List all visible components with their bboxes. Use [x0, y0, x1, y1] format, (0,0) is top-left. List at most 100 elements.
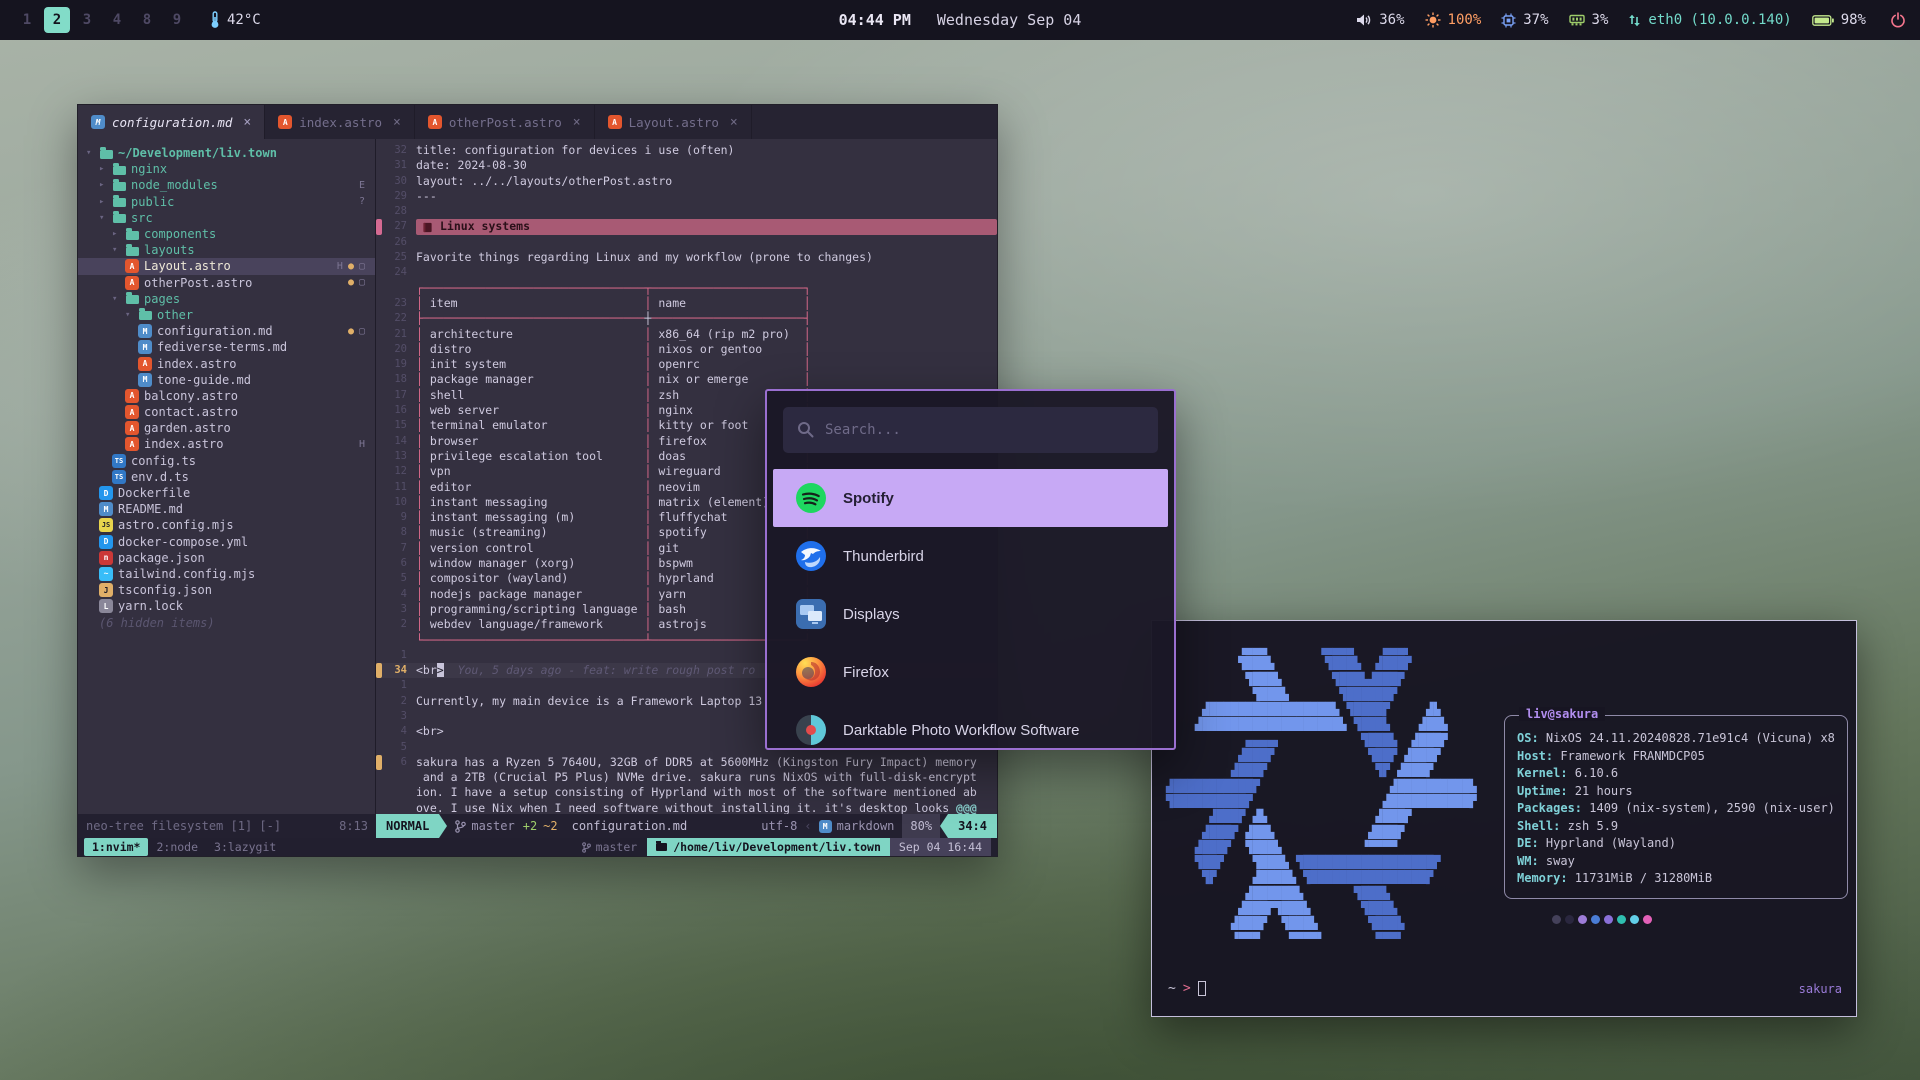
tree-item-layouts[interactable]: ▾layouts	[78, 242, 375, 258]
tree-item-nginx[interactable]: ▸nginx	[78, 161, 375, 177]
launcher-item-darktable-photo-workflow-software[interactable]: Darktable Photo Workflow Software	[773, 701, 1168, 750]
tree-item-label: README.md	[118, 502, 183, 516]
tree-item-docker-compose.yml[interactable]: Ddocker-compose.yml	[78, 534, 375, 550]
workspace-4[interactable]: 4	[104, 7, 130, 33]
js-file-icon: JS	[99, 518, 113, 532]
tree-item-index.astro[interactable]: Aindex.astro	[78, 355, 375, 371]
tree-item-tailwind.config.mjs[interactable]: ~tailwind.config.mjs	[78, 566, 375, 582]
terminal-window[interactable]: ▗▄▄▄ ▗▄▄▄▄ ▄▄▄▖ ▜███▙ ▜███▙ ▟███▛ ▜███▙ …	[1151, 620, 1857, 1017]
tree-item-public[interactable]: ▸public?	[78, 194, 375, 210]
buffer-line: 20│ distro │ nixos or gentoo │	[376, 342, 997, 357]
tree-item-garden.astro[interactable]: Agarden.astro	[78, 420, 375, 436]
tmux-statusbar: 1:nvim*2:node3:lazygit master /home/liv/…	[78, 838, 997, 856]
tree-item-tsconfig.json[interactable]: Jtsconfig.json	[78, 582, 375, 598]
tree-item-6-hidden-items[interactable]: (6 hidden items)	[78, 614, 375, 630]
folder-icon	[139, 311, 152, 320]
prompt-path: ~	[1168, 981, 1176, 996]
tree-item-balcony.astro[interactable]: Abalcony.astro	[78, 388, 375, 404]
astro-file-icon: A	[278, 115, 292, 129]
md-file-icon: M	[138, 340, 152, 354]
tree-item-tone-guide.md[interactable]: Mtone-guide.md	[78, 372, 375, 388]
close-tab-icon[interactable]: ×	[243, 115, 251, 130]
tree-item-label: contact.astro	[144, 405, 238, 419]
tab-index.astro[interactable]: Aindex.astro×	[265, 105, 415, 139]
brightness-module[interactable]: 100%	[1425, 12, 1482, 28]
close-tab-icon[interactable]: ×	[393, 115, 401, 130]
md-file-icon: M	[138, 373, 152, 387]
tree-item-fediverse-terms.md[interactable]: Mfediverse-terms.md	[78, 339, 375, 355]
tree-item-config.ts[interactable]: TSconfig.ts	[78, 453, 375, 469]
tree-item-yarn.lock[interactable]: Lyarn.lock	[78, 598, 375, 614]
tree-item-development-liv.town[interactable]: ▾~/Development/liv.town	[78, 145, 375, 161]
fetch-info-box: liv@sakura OS: NixOS 24.11.20240828.71e9…	[1504, 715, 1848, 899]
tree-item-label: fediverse-terms.md	[157, 340, 287, 354]
tree-item-astro.config.mjs[interactable]: JSastro.config.mjs	[78, 517, 375, 533]
tree-item-label: ~/Development/liv.town	[118, 146, 277, 160]
markdown-heading-line: 27Linux systems	[376, 219, 997, 234]
launcher-item-thunderbird[interactable]: Thunderbird	[773, 527, 1168, 585]
tab-configuration.md[interactable]: Mconfiguration.md×	[78, 105, 265, 139]
memory-value: 3%	[1592, 12, 1609, 28]
tree-item-layout.astro[interactable]: ALayout.astroH●▢	[78, 258, 375, 274]
tmux-session-name: sakura	[1799, 982, 1842, 996]
git-status-badges: ●▢	[348, 277, 365, 288]
docker-file-icon: D	[99, 486, 113, 500]
tree-item-node-modules[interactable]: ▸node_modulesE	[78, 177, 375, 193]
tree-item-readme.md[interactable]: MREADME.md	[78, 501, 375, 517]
tab-otherpost.astro[interactable]: AotherPost.astro×	[415, 105, 595, 139]
thunderbird-icon	[795, 540, 827, 572]
network-module[interactable]: eth0 (10.0.0.140)	[1628, 12, 1791, 28]
clock-module: 04:44 PM Wednesday Sep 04	[839, 11, 1082, 29]
close-tab-icon[interactable]: ×	[573, 115, 581, 130]
search-input[interactable]	[783, 407, 1158, 453]
tmux-window-2-node[interactable]: 2:node	[148, 838, 206, 856]
fetch-line-de: DE: Hyprland (Wayland)	[1517, 835, 1835, 853]
tmux-window-3-lazygit[interactable]: 3:lazygit	[206, 838, 284, 856]
tree-item-label: index.astro	[157, 357, 236, 371]
shell-prompt[interactable]: ~ >	[1168, 981, 1206, 996]
tree-item-label: yarn.lock	[118, 599, 183, 613]
terminal-color-palette	[1552, 915, 1848, 924]
tree-item-label: other	[157, 308, 193, 322]
tree-item-package.json[interactable]: npackage.json	[78, 550, 375, 566]
prompt-char: >	[1183, 981, 1191, 996]
folder-icon	[656, 843, 667, 851]
tree-item-otherpost.astro[interactable]: AotherPost.astro●▢	[78, 275, 375, 291]
close-tab-icon[interactable]: ×	[730, 115, 738, 130]
folder-icon	[113, 214, 126, 223]
tree-item-env.d.ts[interactable]: TSenv.d.ts	[78, 469, 375, 485]
launcher-item-displays[interactable]: Displays	[773, 585, 1168, 643]
tree-item-contact.astro[interactable]: Acontact.astro	[78, 404, 375, 420]
statusline: neo-tree filesystem [1] [-] 8:13 NORMAL …	[78, 814, 997, 838]
tmux-window-1-nvim[interactable]: 1:nvim*	[84, 838, 148, 856]
tab-label: configuration.md	[112, 115, 232, 130]
displays-icon	[795, 598, 827, 630]
tree-item-pages[interactable]: ▾pages	[78, 291, 375, 307]
power-button[interactable]	[1890, 12, 1906, 28]
app-launcher: SpotifyThunderbirdDisplaysFirefoxDarktab…	[765, 389, 1176, 750]
tree-item-dockerfile[interactable]: DDockerfile	[78, 485, 375, 501]
volume-module[interactable]: 36%	[1356, 12, 1404, 28]
buffer-line: 28	[376, 204, 997, 219]
tree-item-index.astro[interactable]: Aindex.astroH	[78, 436, 375, 452]
tree-item-src[interactable]: ▾src	[78, 210, 375, 226]
git-added-count: +2	[523, 819, 537, 833]
astro-file-icon: A	[125, 421, 139, 435]
fetch-line-shell: Shell: zsh 5.9	[1517, 818, 1835, 836]
git-status-badges: E	[359, 180, 365, 191]
workspace-8[interactable]: 8	[134, 7, 160, 33]
launcher-item-firefox[interactable]: Firefox	[773, 643, 1168, 701]
workspace-9[interactable]: 9	[164, 7, 190, 33]
tab-layout.astro[interactable]: ALayout.astro×	[595, 105, 752, 139]
launcher-item-spotify[interactable]: Spotify	[773, 469, 1168, 527]
terminal-cursor	[1198, 981, 1206, 996]
workspace-3[interactable]: 3	[74, 7, 100, 33]
tree-item-components[interactable]: ▸components	[78, 226, 375, 242]
buffer-line: and a 2TB (Crucial P5 Plus) NVMe drive. …	[376, 770, 997, 785]
tree-item-other[interactable]: ▾other	[78, 307, 375, 323]
tree-item-configuration.md[interactable]: Mconfiguration.md●▢	[78, 323, 375, 339]
buffer-line: ion. I have a setup consisting of Hyprla…	[376, 785, 997, 800]
workspace-2[interactable]: 2	[44, 7, 70, 33]
tree-item-label: config.ts	[131, 454, 196, 468]
workspace-1[interactable]: 1	[14, 7, 40, 33]
